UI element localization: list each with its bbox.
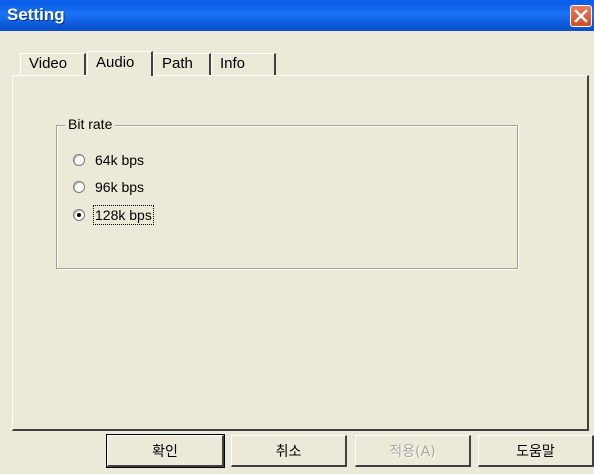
radio-64k-label[interactable]: 64k bps (95, 152, 144, 168)
radio-96k[interactable]: 96k bps (73, 178, 144, 196)
apply-button-label: 적용(A) (389, 443, 436, 460)
window-title: Setting (7, 5, 65, 24)
radio-button-128k[interactable] (73, 209, 85, 221)
tab-path[interactable]: Path (153, 53, 211, 75)
tab-path-label: Path (162, 55, 193, 72)
cancel-button[interactable]: 취소 (231, 435, 347, 467)
tab-info-label: Info (220, 55, 246, 72)
close-button[interactable] (570, 5, 592, 27)
radio-button-96k[interactable] (73, 181, 85, 193)
tab-audio[interactable]: Audio (87, 51, 153, 76)
setting-dialog: Setting Video Audio Path Info Bit rate 6… (0, 0, 594, 474)
tab-info[interactable]: Info (211, 53, 276, 75)
tab-video[interactable]: Video (20, 53, 86, 75)
radio-128k-label[interactable]: 128k bps (93, 205, 154, 225)
radio-button-64k[interactable] (73, 154, 85, 166)
help-button-label: 도움말 (516, 443, 555, 460)
tab-audio-label: Audio (96, 54, 135, 71)
ok-button-label: 확인 (152, 443, 178, 460)
tab-video-label: Video (29, 55, 68, 72)
help-button[interactable]: 도움말 (478, 435, 594, 467)
title-bar[interactable]: Setting (0, 0, 594, 31)
bitrate-groupbox (56, 125, 518, 269)
bitrate-group-title: Bit rate (65, 116, 116, 132)
apply-button[interactable]: 적용(A) (355, 435, 471, 467)
cancel-button-label: 취소 (275, 443, 302, 460)
ok-button[interactable]: 확인 (106, 434, 225, 468)
radio-64k[interactable]: 64k bps (73, 151, 144, 169)
radio-128k[interactable]: 128k bps (73, 205, 154, 225)
radio-96k-label[interactable]: 96k bps (95, 179, 144, 195)
close-icon (574, 9, 588, 23)
